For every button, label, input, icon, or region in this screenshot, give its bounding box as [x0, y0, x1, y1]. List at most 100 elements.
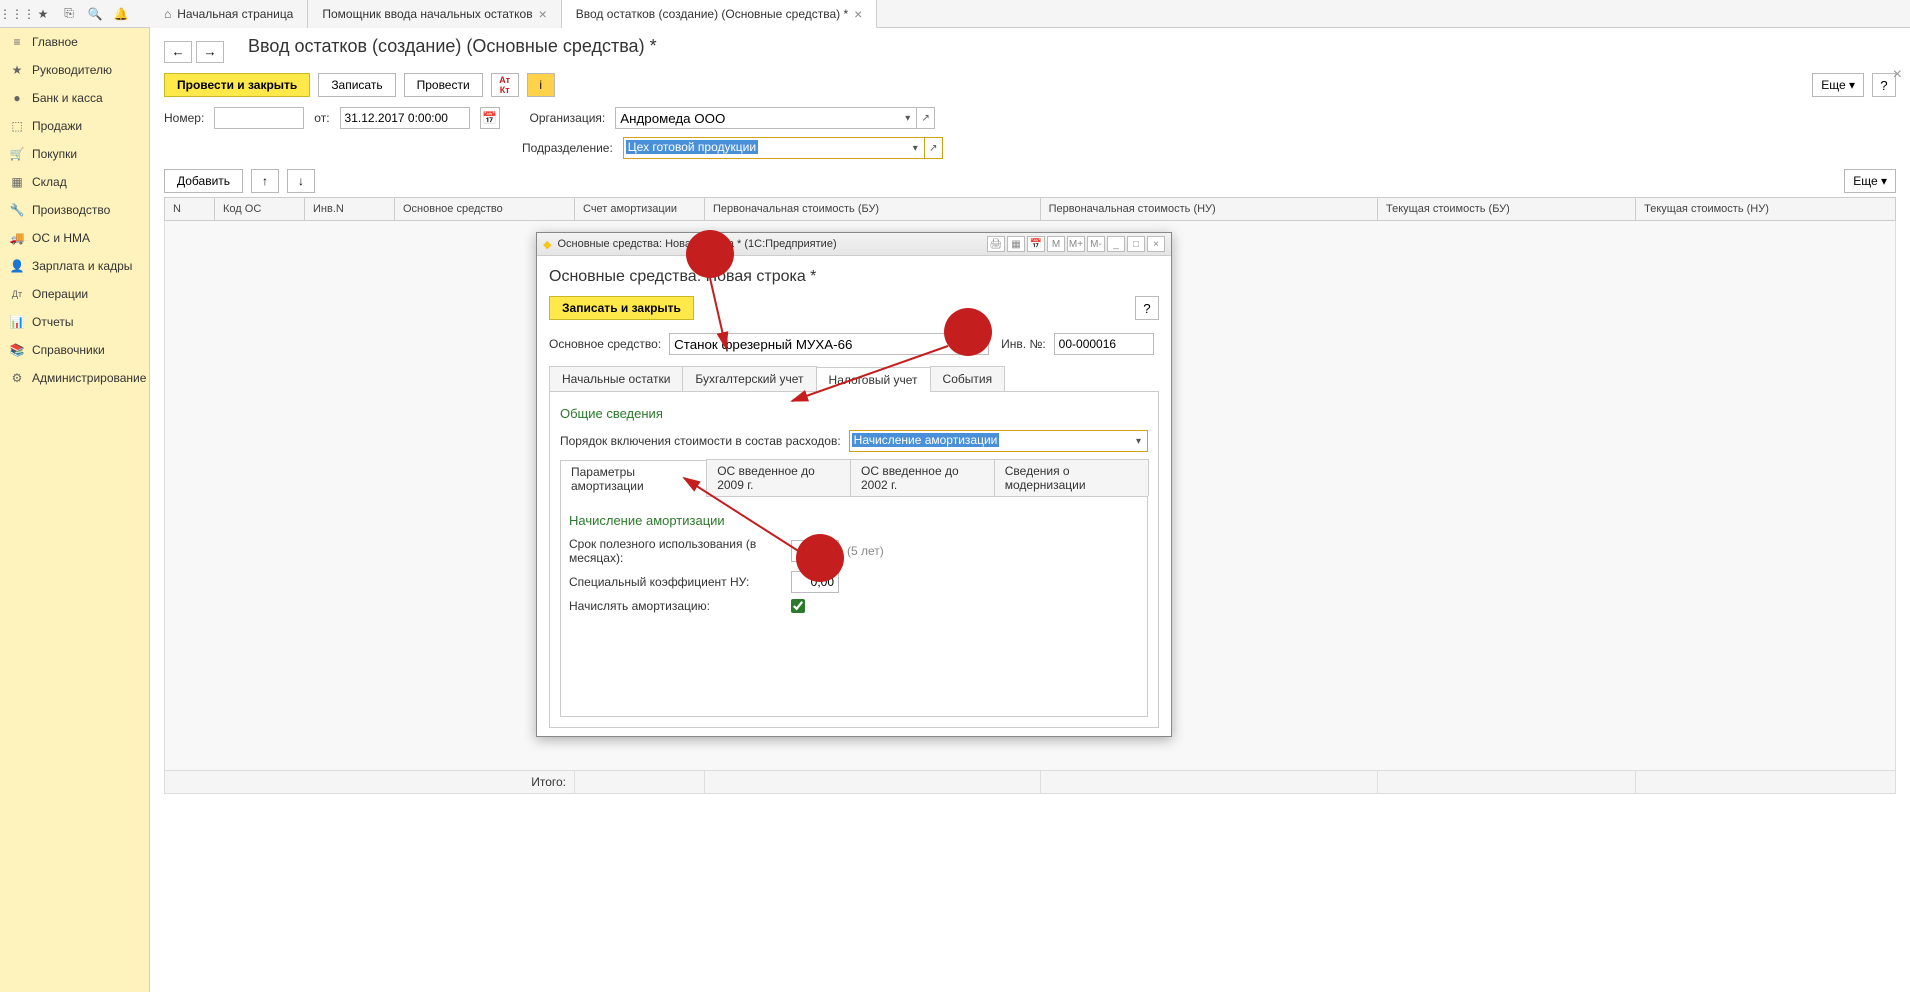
life-label: Срок полезного использования (в месяцах)… [569, 537, 783, 565]
number-field[interactable] [214, 107, 304, 129]
subtab-before-2002[interactable]: ОС введенное до 2002 г. [850, 459, 995, 496]
col-n[interactable]: N [165, 198, 215, 221]
sidebar-item-hr[interactable]: 👤Зарплата и кадры [0, 252, 149, 280]
dtct-icon-button[interactable]: АтКт [491, 73, 519, 97]
move-up-button[interactable]: ↑ [251, 169, 279, 193]
general-section: Общие сведения [560, 398, 1148, 427]
clipboard-icon[interactable]: ⎘ [60, 5, 78, 23]
chart-icon: 📊 [10, 315, 24, 329]
back-button[interactable]: ← [164, 41, 192, 63]
post-button[interactable]: Провести [404, 73, 483, 97]
col-current-nu[interactable]: Текущая стоимость (НУ) [1636, 198, 1896, 221]
sidebar-label: Администрирование [32, 371, 146, 385]
mplus-icon[interactable]: M+ [1067, 236, 1085, 252]
calc-icon[interactable]: ▦ [1007, 236, 1025, 252]
tab-label: Начальная страница [177, 7, 293, 21]
tab-accounting[interactable]: Бухгалтерский учет [682, 366, 816, 391]
table-more-button[interactable]: Еще ▾ [1844, 169, 1896, 193]
modal-titlebar[interactable]: ◆ Основные средства: Новая строка * (1С:… [537, 233, 1171, 256]
forward-button[interactable]: → [196, 41, 224, 63]
maximize-icon[interactable]: □ [1127, 236, 1145, 252]
sidebar-item-admin[interactable]: ⚙Администрирование [0, 364, 149, 392]
mminus-icon[interactable]: M- [1087, 236, 1105, 252]
close-icon[interactable]: × [1147, 236, 1165, 252]
inv-label: Инв. №: [1001, 337, 1046, 351]
search-icon[interactable]: 🔍 [86, 5, 104, 23]
debit-icon: Дт [10, 287, 24, 301]
dropdown-icon[interactable]: ▾ [907, 137, 925, 159]
save-button[interactable]: Записать [318, 73, 395, 97]
grid-icon: ▦ [10, 175, 24, 189]
sidebar-label: Зарплата и кадры [32, 259, 132, 273]
col-code[interactable]: Код ОС [215, 198, 305, 221]
col-initial-nu[interactable]: Первоначальная стоимость (НУ) [1040, 198, 1377, 221]
calendar-icon[interactable]: 📅 [480, 107, 500, 129]
dropdown-icon[interactable]: ▾ [1130, 430, 1148, 452]
org-field[interactable] [615, 107, 899, 129]
col-current-bu[interactable]: Текущая стоимость (БУ) [1378, 198, 1636, 221]
close-icon[interactable]: × [854, 6, 862, 22]
print-icon[interactable]: 🖨 [987, 236, 1005, 252]
sidebar-label: ОС и НМА [32, 231, 90, 245]
asset-field[interactable] [669, 333, 953, 355]
coin-icon: ● [10, 91, 24, 105]
annotation-17 [796, 534, 844, 582]
open-icon[interactable]: ↗ [925, 137, 943, 159]
subtab-amort-params[interactable]: Параметры амортизации [560, 460, 707, 497]
sidebar-item-catalogs[interactable]: 📚Справочники [0, 336, 149, 364]
cal-icon[interactable]: 📅 [1027, 236, 1045, 252]
subtab-modernization[interactable]: Сведения о модернизации [994, 459, 1149, 496]
sidebar-item-production[interactable]: 🔧Производство [0, 196, 149, 224]
apps-icon[interactable]: ⋮⋮⋮ [8, 5, 26, 23]
close-page-icon[interactable]: × [1893, 66, 1902, 84]
m-icon[interactable]: M [1047, 236, 1065, 252]
tab-home[interactable]: ⌂ Начальная страница [150, 0, 308, 28]
sidebar-item-assets[interactable]: 🚚ОС и НМА [0, 224, 149, 252]
tab-assistant[interactable]: Помощник ввода начальных остатков × [308, 0, 561, 28]
open-icon[interactable]: ↗ [917, 107, 935, 129]
star-icon[interactable]: ★ [34, 5, 52, 23]
sidebar-item-sales[interactable]: ⬚Продажи [0, 112, 149, 140]
sidebar-item-purchases[interactable]: 🛒Покупки [0, 140, 149, 168]
sidebar-label: Руководителю [32, 63, 112, 77]
tab-tax[interactable]: Налоговый учет [816, 367, 931, 392]
tab-initial[interactable]: Начальные остатки [549, 366, 683, 391]
col-initial-bu[interactable]: Первоначальная стоимость (БУ) [705, 198, 1041, 221]
col-asset[interactable]: Основное средство [395, 198, 575, 221]
tab-label: Ввод остатков (создание) (Основные средс… [576, 7, 848, 21]
tab-balances[interactable]: Ввод остатков (создание) (Основные средс… [562, 0, 878, 28]
bell-icon[interactable]: 🔔 [112, 5, 130, 23]
calc-checkbox[interactable] [791, 599, 805, 613]
col-inv[interactable]: Инв.N [305, 198, 395, 221]
star-icon: ★ [10, 63, 24, 77]
post-and-close-button[interactable]: Провести и закрыть [164, 73, 310, 97]
annotation-16 [944, 308, 992, 356]
more-button[interactable]: Еще ▾ [1812, 73, 1864, 97]
sidebar-item-manager[interactable]: ★ Руководителю [0, 56, 149, 84]
modal-help-button[interactable]: ? [1135, 296, 1159, 320]
annotation-18 [686, 230, 734, 278]
minimize-icon[interactable]: _ [1107, 236, 1125, 252]
tab-events[interactable]: События [930, 366, 1006, 391]
move-down-button[interactable]: ↓ [287, 169, 315, 193]
sidebar-item-bank[interactable]: ●Банк и касса [0, 84, 149, 112]
org-label: Организация: [530, 111, 606, 125]
date-field[interactable] [340, 107, 470, 129]
sidebar-item-reports[interactable]: 📊Отчеты [0, 308, 149, 336]
close-icon[interactable]: × [539, 6, 547, 22]
inv-field[interactable] [1054, 333, 1154, 355]
sidebar-item-warehouse[interactable]: ▦Склад [0, 168, 149, 196]
sidebar-item-operations[interactable]: ДтОперации [0, 280, 149, 308]
subtab-before-2009[interactable]: ОС введенное до 2009 г. [706, 459, 851, 496]
add-button[interactable]: Добавить [164, 169, 243, 193]
top-toolbar: ⋮⋮⋮ ★ ⎘ 🔍 🔔 ⌂ Начальная страница Помощни… [0, 0, 1910, 28]
menu-icon: ≡ [10, 35, 24, 49]
modal-save-close-button[interactable]: Записать и закрыть [549, 296, 694, 320]
amort-section: Начисление амортизации [569, 505, 1139, 534]
info-icon-button[interactable]: i [527, 73, 555, 97]
sidebar-item-main[interactable]: ≡Главное [0, 28, 149, 56]
asset-label: Основное средство: [549, 337, 661, 351]
calc-label: Начислять амортизацию: [569, 599, 783, 613]
dropdown-icon[interactable]: ▾ [899, 107, 917, 129]
col-amort-acct[interactable]: Счет амортизации [575, 198, 705, 221]
